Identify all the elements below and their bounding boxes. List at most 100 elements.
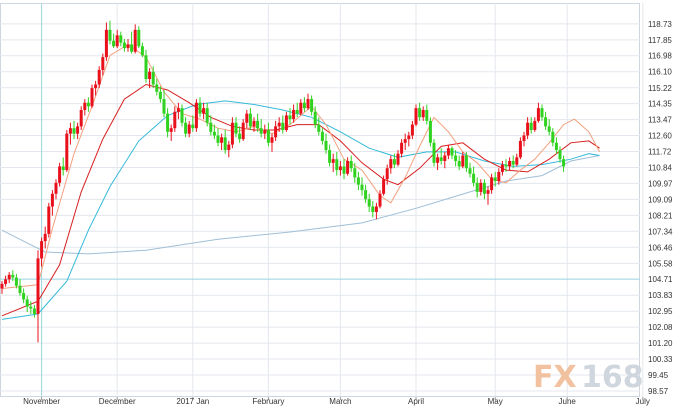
candle-body	[364, 190, 368, 200]
candle-body	[187, 124, 191, 134]
candle-down	[140, 42, 144, 58]
candle-up	[274, 120, 278, 141]
candle-up	[79, 106, 83, 131]
candle-body	[4, 279, 8, 284]
candle-body	[526, 122, 530, 136]
candle-body	[302, 102, 306, 109]
candle-up	[479, 179, 483, 196]
candle-body	[166, 113, 170, 132]
candle-body	[101, 57, 105, 70]
candle-up	[133, 24, 137, 54]
candle-body	[248, 113, 252, 127]
candle-up	[230, 117, 234, 149]
candle-body	[324, 140, 328, 151]
candle-down	[324, 133, 328, 154]
candle-body	[461, 155, 465, 167]
candle-up	[400, 139, 404, 158]
candle-body	[508, 160, 512, 167]
candle-up	[500, 160, 504, 176]
candle-body	[209, 122, 213, 132]
candle-up	[4, 275, 8, 287]
candle-body	[158, 91, 162, 100]
candle-body	[432, 142, 436, 163]
candle-down	[551, 128, 555, 147]
candle-body	[299, 102, 303, 114]
candle-body	[11, 274, 15, 278]
candle-body	[400, 142, 404, 154]
candle-up	[47, 202, 51, 238]
candle-down	[320, 128, 324, 145]
candle-body	[536, 108, 540, 121]
candle-down	[425, 104, 429, 125]
candle-up	[263, 124, 267, 140]
candle-body	[389, 159, 393, 169]
candle-body	[94, 84, 98, 89]
candle-down	[439, 148, 443, 165]
x-tick-label: February	[252, 397, 284, 406]
candle-up	[68, 122, 72, 145]
candle-down	[544, 111, 548, 131]
candle-body	[194, 102, 198, 129]
candle-up	[389, 155, 393, 174]
candle-body	[346, 160, 350, 174]
candle-down	[342, 159, 346, 180]
y-tick-label: 102.95	[648, 307, 673, 316]
candle-body	[515, 157, 519, 165]
candle-down	[216, 128, 220, 147]
y-tick-label: 118.73	[648, 20, 672, 29]
candle-down	[191, 115, 195, 132]
candle-up	[338, 160, 342, 176]
candle-down	[432, 139, 436, 167]
candle-body	[104, 29, 108, 58]
candle-body	[54, 182, 58, 194]
candle-body	[446, 148, 450, 156]
candle-body	[439, 157, 443, 161]
grid-layer	[0, 3, 644, 397]
candle-down	[166, 108, 170, 138]
candle-down	[18, 279, 22, 296]
candle-down	[328, 144, 332, 167]
candle-up	[220, 133, 224, 151]
candle-body	[533, 120, 537, 131]
watermark: FX 168	[533, 360, 644, 395]
y-tick-label: 116.98	[648, 52, 672, 61]
candle-body	[292, 109, 296, 120]
candle-down	[310, 95, 314, 116]
candle-body	[544, 117, 548, 127]
candle-body	[414, 108, 418, 125]
candle-body	[497, 171, 501, 182]
candle-body	[0, 283, 4, 289]
candle-up	[104, 22, 108, 61]
candle-down	[335, 151, 339, 176]
candle-body	[198, 102, 202, 114]
candle-up	[443, 151, 447, 169]
candle-body	[230, 122, 234, 145]
candle-body	[385, 168, 389, 180]
candle-up	[346, 157, 350, 176]
candle-up	[421, 106, 425, 121]
candle-down	[29, 301, 33, 314]
plot-border	[0, 3, 640, 397]
y-tick-label: 104.71	[648, 275, 673, 284]
candle-body	[317, 124, 321, 132]
candle-up	[410, 120, 414, 140]
candle-body	[173, 111, 177, 129]
y-tick-label: 98.57	[648, 387, 669, 396]
candle-body	[504, 164, 508, 167]
candle-body	[227, 144, 231, 151]
candle-up	[486, 186, 490, 205]
candle-body	[313, 111, 317, 125]
y-tick-label: 108.21	[648, 211, 673, 220]
candle-body	[295, 109, 299, 114]
candle-down	[22, 288, 26, 304]
candle-body	[97, 69, 101, 85]
candle-body	[436, 157, 440, 163]
candle-body	[43, 233, 47, 242]
candle-up	[43, 226, 47, 249]
candle-up	[83, 99, 87, 116]
candle-body	[554, 142, 558, 151]
candle-body	[403, 139, 407, 143]
x-tick-label: March	[329, 397, 351, 406]
candle-down	[356, 171, 360, 191]
candle-body	[68, 128, 72, 134]
